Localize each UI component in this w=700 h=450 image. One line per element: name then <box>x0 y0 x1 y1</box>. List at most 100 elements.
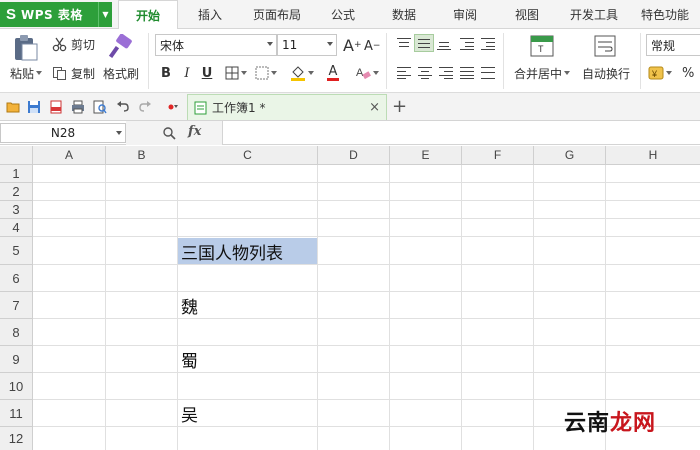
format-painter-button[interactable] <box>108 33 136 61</box>
paint-bucket-icon <box>291 66 305 81</box>
print-preview-icon[interactable] <box>93 100 107 114</box>
copy-icon <box>53 66 66 80</box>
bold-button[interactable]: B <box>158 64 174 82</box>
select-all-corner[interactable] <box>0 146 33 165</box>
column-header-e[interactable]: E <box>390 146 462 165</box>
grow-font-button[interactable]: A + <box>343 35 362 55</box>
paste-menu-button[interactable]: 粘贴 <box>10 65 43 81</box>
row-header-11[interactable]: 11 <box>0 400 33 427</box>
document-title: 工作簿1 * <box>212 101 266 115</box>
ribbon-separator <box>148 33 149 89</box>
tab-review[interactable]: 审阅 <box>443 0 487 29</box>
fill-color-button[interactable] <box>288 64 316 82</box>
export-pdf-icon[interactable] <box>49 100 63 114</box>
tab-page-layout[interactable]: 页面布局 <box>245 0 309 29</box>
font-name-select[interactable]: 宋体 <box>155 34 277 56</box>
formula-bar: N28 fx <box>0 121 700 145</box>
document-tab[interactable]: 工作簿1 * × <box>187 94 387 120</box>
column-header-b[interactable]: B <box>106 146 178 165</box>
customize-toolbar-icon[interactable] <box>165 100 179 114</box>
increase-indent-icon[interactable] <box>481 38 495 50</box>
row-header-4[interactable]: 4 <box>0 219 33 237</box>
align-left-icon[interactable] <box>397 67 411 79</box>
cut-button[interactable]: 剪切 <box>52 35 95 53</box>
tab-insert[interactable]: 插入 <box>185 0 235 29</box>
percent-button[interactable]: % <box>682 64 694 82</box>
tab-data[interactable]: 数据 <box>382 0 426 29</box>
row-header-9[interactable]: 9 <box>0 346 33 373</box>
tab-home[interactable]: 开始 <box>118 0 178 30</box>
scissors-icon <box>52 37 67 51</box>
cell-c5[interactable]: 三国人物列表 <box>178 238 317 264</box>
save-icon[interactable] <box>27 100 41 114</box>
chevron-down-icon <box>564 71 571 75</box>
number-format-select[interactable]: 常规 <box>646 34 700 56</box>
row-header-10[interactable]: 10 <box>0 373 33 400</box>
align-bottom-icon[interactable] <box>437 38 451 50</box>
align-top-icon[interactable] <box>397 38 411 50</box>
shrink-font-button[interactable]: A − <box>364 37 380 55</box>
quick-access-toolbar: 工作簿1 * × + <box>0 93 700 121</box>
wrap-text-icon-button[interactable] <box>594 34 618 58</box>
column-header-h[interactable]: H <box>606 146 700 165</box>
row-header-7[interactable]: 7 <box>0 292 33 319</box>
font-size-select[interactable]: 11 <box>277 34 337 56</box>
underline-button[interactable]: U <box>199 64 215 82</box>
merge-center-button[interactable]: 合并居中 <box>514 65 571 81</box>
decrease-indent-icon[interactable] <box>460 38 474 50</box>
row-header-12[interactable]: 12 <box>0 427 33 450</box>
clear-format-button[interactable]: A <box>354 64 380 82</box>
tab-developer[interactable]: 开发工具 <box>563 0 625 29</box>
column-header-a[interactable]: A <box>33 146 106 165</box>
chevron-down-icon <box>373 71 379 75</box>
grid-line <box>33 264 700 265</box>
insert-function-icon[interactable]: fx <box>188 124 201 139</box>
row-header-5[interactable]: 5 <box>0 237 33 265</box>
paste-button[interactable] <box>10 33 44 63</box>
column-header-f[interactable]: F <box>462 146 534 165</box>
column-header-d[interactable]: D <box>318 146 390 165</box>
merge-center-icon-button[interactable]: T <box>530 34 556 58</box>
tab-special-features[interactable]: 特色功能 <box>634 0 696 29</box>
currency-format-button[interactable]: ¥ <box>648 64 672 82</box>
font-color-button[interactable]: A <box>320 64 346 82</box>
fill-pattern-button[interactable] <box>253 64 279 82</box>
copy-button[interactable]: 复制 <box>52 64 95 82</box>
column-header-c[interactable]: C <box>178 146 318 165</box>
row-header-8[interactable]: 8 <box>0 319 33 346</box>
distributed-align-icon[interactable] <box>481 67 495 79</box>
italic-button[interactable]: I <box>179 64 195 82</box>
tab-formulas[interactable]: 公式 <box>321 0 365 29</box>
redo-icon[interactable] <box>138 100 152 114</box>
border-button[interactable] <box>223 64 249 82</box>
app-menu-dropdown-icon[interactable]: ▼ <box>98 2 112 27</box>
row-header-6[interactable]: 6 <box>0 265 33 292</box>
watermark-text-1: 云南 <box>564 410 611 436</box>
wrap-text-button[interactable]: 自动换行 <box>582 65 630 81</box>
open-folder-icon[interactable] <box>6 100 20 114</box>
row-header-2[interactable]: 2 <box>0 183 33 201</box>
row-header-3[interactable]: 3 <box>0 201 33 219</box>
new-tab-button[interactable]: + <box>392 96 407 117</box>
cell-c9[interactable]: 蜀 <box>178 346 317 372</box>
align-middle-icon[interactable] <box>414 34 434 52</box>
row-header-1[interactable]: 1 <box>0 165 33 183</box>
cell-c11[interactable]: 吴 <box>178 400 317 426</box>
copy-label: 复制 <box>71 66 96 81</box>
tab-view[interactable]: 视图 <box>505 0 549 29</box>
align-right-icon[interactable] <box>439 67 453 79</box>
zoom-search-icon[interactable] <box>162 126 176 140</box>
undo-icon[interactable] <box>116 100 130 114</box>
app-menu-button[interactable]: S WPS 表格 ▼ <box>0 2 112 27</box>
chevron-down-icon <box>267 42 273 46</box>
formula-input[interactable] <box>224 121 700 145</box>
grid-line <box>33 399 700 400</box>
cell-c7[interactable]: 魏 <box>178 292 317 318</box>
close-tab-icon[interactable]: × <box>369 100 380 115</box>
column-header-g[interactable]: G <box>534 146 606 165</box>
name-box[interactable]: N28 <box>0 123 126 143</box>
justify-icon[interactable] <box>460 67 474 79</box>
print-icon[interactable] <box>71 100 85 114</box>
align-center-icon[interactable] <box>418 67 432 79</box>
cut-label: 剪切 <box>71 37 96 52</box>
